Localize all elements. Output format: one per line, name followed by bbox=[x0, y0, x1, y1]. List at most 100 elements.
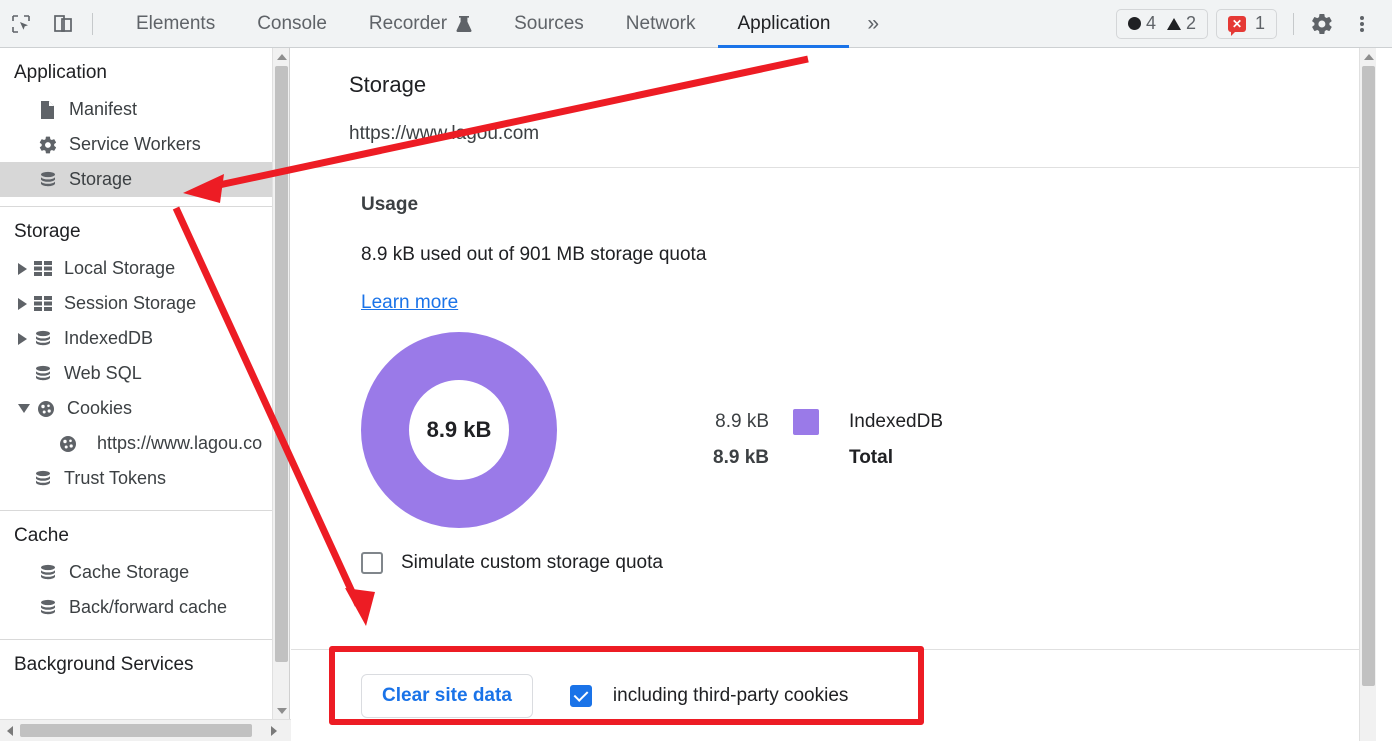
sidebar-item-cookies[interactable]: Cookies bbox=[0, 391, 289, 426]
info-dot-icon bbox=[1128, 17, 1141, 30]
cookie-icon bbox=[58, 434, 84, 454]
sidebar-section-background-services-title: Background Services bbox=[0, 640, 289, 684]
sidebar-scroll-content: Application Manifest Service Workers Sto… bbox=[0, 48, 289, 719]
simulate-quota-row[interactable]: Simulate custom storage quota bbox=[291, 552, 1376, 574]
sidebar-item-back-forward-cache[interactable]: Back/forward cache bbox=[0, 590, 289, 625]
device-toolbar-icon bbox=[51, 12, 75, 36]
origin-url: https://www.lagou.com bbox=[349, 123, 1376, 145]
sidebar-item-web-sql[interactable]: Web SQL bbox=[0, 356, 289, 391]
sidebar-item-service-workers[interactable]: Service Workers bbox=[0, 127, 289, 162]
tab-network[interactable]: Network bbox=[605, 0, 717, 48]
tab-label: Application bbox=[737, 13, 830, 35]
tab-label: Recorder bbox=[369, 13, 447, 35]
usage-chart-row: 8.9 kB 8.9 kB IndexedDB 8.9 kB Total bbox=[291, 332, 1376, 528]
error-counter[interactable]: ✕ 1 bbox=[1216, 9, 1277, 39]
database-icon bbox=[38, 598, 64, 618]
chevron-down-icon[interactable] bbox=[18, 404, 30, 413]
database-icon bbox=[33, 364, 59, 384]
storage-panel-header: Storage https://www.lagou.com bbox=[291, 48, 1376, 145]
scroll-down-button[interactable] bbox=[273, 702, 290, 719]
tab-application[interactable]: Application bbox=[716, 0, 851, 48]
message-counters[interactable]: 4 2 bbox=[1116, 9, 1208, 39]
experiment-flask-icon bbox=[456, 15, 472, 33]
scroll-right-button[interactable] bbox=[264, 726, 284, 736]
sidebar-item-label: Storage bbox=[69, 169, 132, 190]
scroll-up-button[interactable] bbox=[273, 48, 290, 65]
third-party-cookies-row[interactable]: including third-party cookies bbox=[570, 685, 849, 707]
legend-label: Total bbox=[849, 447, 893, 469]
error-count: 1 bbox=[1255, 13, 1265, 34]
database-icon bbox=[38, 563, 64, 583]
sidebar-vertical-scrollbar[interactable] bbox=[272, 48, 289, 719]
storage-action-bar: Clear site data including third-party co… bbox=[291, 650, 1376, 741]
sidebar-item-cache-storage[interactable]: Cache Storage bbox=[0, 555, 289, 590]
table-icon bbox=[33, 260, 59, 277]
scroll-left-button[interactable] bbox=[0, 726, 20, 736]
cookie-icon bbox=[36, 399, 62, 419]
tab-console[interactable]: Console bbox=[236, 0, 348, 48]
sidebar-item-label: Cache Storage bbox=[69, 562, 189, 583]
chevron-right-icon[interactable] bbox=[18, 263, 27, 275]
simulate-quota-label: Simulate custom storage quota bbox=[401, 552, 663, 574]
legend-label: IndexedDB bbox=[849, 411, 943, 433]
donut-center-label: 8.9 kB bbox=[361, 332, 557, 528]
legend-swatch bbox=[793, 409, 819, 435]
sidebar-item-session-storage[interactable]: Session Storage bbox=[0, 286, 289, 321]
toolbar-right-group: 4 2 ✕ 1 bbox=[1116, 0, 1392, 48]
sidebar-item-label: Service Workers bbox=[69, 134, 201, 155]
sidebar-item-label: Manifest bbox=[69, 99, 137, 120]
sidebar-section-cache-title: Cache bbox=[0, 511, 289, 555]
storage-usage-donut-chart[interactable]: 8.9 kB bbox=[361, 332, 557, 528]
toolbar-divider-right bbox=[1293, 13, 1294, 35]
more-tabs-button[interactable]: » bbox=[851, 0, 895, 48]
sidebar-item-cookie-origin[interactable]: https://www.lagou.co bbox=[0, 426, 289, 461]
database-icon bbox=[33, 469, 59, 489]
document-icon bbox=[38, 100, 64, 120]
learn-more-link[interactable]: Learn more bbox=[361, 292, 458, 314]
error-bubble-icon: ✕ bbox=[1228, 16, 1246, 32]
sidebar-item-manifest[interactable]: Manifest bbox=[0, 92, 289, 127]
scrollbar-thumb[interactable] bbox=[1362, 66, 1375, 686]
device-toolbar-toggle-button[interactable] bbox=[42, 4, 84, 44]
sidebar-horizontal-scrollbar[interactable] bbox=[0, 719, 291, 741]
include-third-party-cookies-checkbox[interactable] bbox=[570, 685, 592, 707]
scrollbar-thumb[interactable] bbox=[20, 724, 252, 737]
sidebar-item-trust-tokens[interactable]: Trust Tokens bbox=[0, 461, 289, 496]
gear-icon bbox=[38, 135, 64, 155]
sidebar-item-label: Back/forward cache bbox=[69, 597, 227, 618]
more-options-button[interactable] bbox=[1342, 4, 1382, 44]
settings-button[interactable] bbox=[1302, 4, 1342, 44]
warning-count: 2 bbox=[1186, 13, 1196, 34]
gear-icon bbox=[1310, 12, 1334, 36]
info-count: 4 bbox=[1146, 13, 1156, 34]
sidebar-item-label: IndexedDB bbox=[64, 328, 153, 349]
scroll-up-button[interactable] bbox=[1360, 48, 1376, 65]
tab-sources[interactable]: Sources bbox=[493, 0, 605, 48]
clear-site-data-button[interactable]: Clear site data bbox=[361, 674, 533, 718]
usage-summary: 8.9 kB used out of 901 MB storage quota bbox=[361, 244, 1376, 266]
chevron-right-icon[interactable] bbox=[18, 333, 27, 345]
sidebar-item-storage[interactable]: Storage bbox=[0, 162, 289, 197]
sidebar-item-local-storage[interactable]: Local Storage bbox=[0, 251, 289, 286]
chevron-right-icon[interactable] bbox=[18, 298, 27, 310]
scrollbar-thumb[interactable] bbox=[275, 66, 288, 662]
sidebar-item-indexeddb[interactable]: IndexedDB bbox=[0, 321, 289, 356]
legend-row-total: 8.9 kB Total bbox=[677, 440, 943, 476]
storage-panel: Storage https://www.lagou.com Usage 8.9 … bbox=[291, 48, 1376, 741]
legend-value: 8.9 kB bbox=[677, 447, 769, 469]
sidebar-item-label: Cookies bbox=[67, 398, 132, 419]
warning-triangle-icon bbox=[1167, 18, 1181, 30]
legend-swatch-empty bbox=[793, 445, 819, 471]
application-sidebar: Application Manifest Service Workers Sto… bbox=[0, 48, 290, 719]
simulate-quota-checkbox[interactable] bbox=[361, 552, 383, 574]
tab-recorder[interactable]: Recorder bbox=[348, 0, 493, 48]
sidebar-item-label: https://www.lagou.co bbox=[97, 433, 262, 454]
tab-label: Elements bbox=[136, 13, 215, 35]
main-vertical-scrollbar[interactable] bbox=[1359, 48, 1376, 741]
sidebar-section-application-title: Application bbox=[0, 48, 289, 92]
sidebar-item-label: Session Storage bbox=[64, 293, 196, 314]
inspect-element-button[interactable] bbox=[0, 4, 42, 44]
tab-elements[interactable]: Elements bbox=[115, 0, 236, 48]
chart-legend: 8.9 kB IndexedDB 8.9 kB Total bbox=[677, 404, 943, 476]
usage-heading: Usage bbox=[361, 194, 1376, 216]
